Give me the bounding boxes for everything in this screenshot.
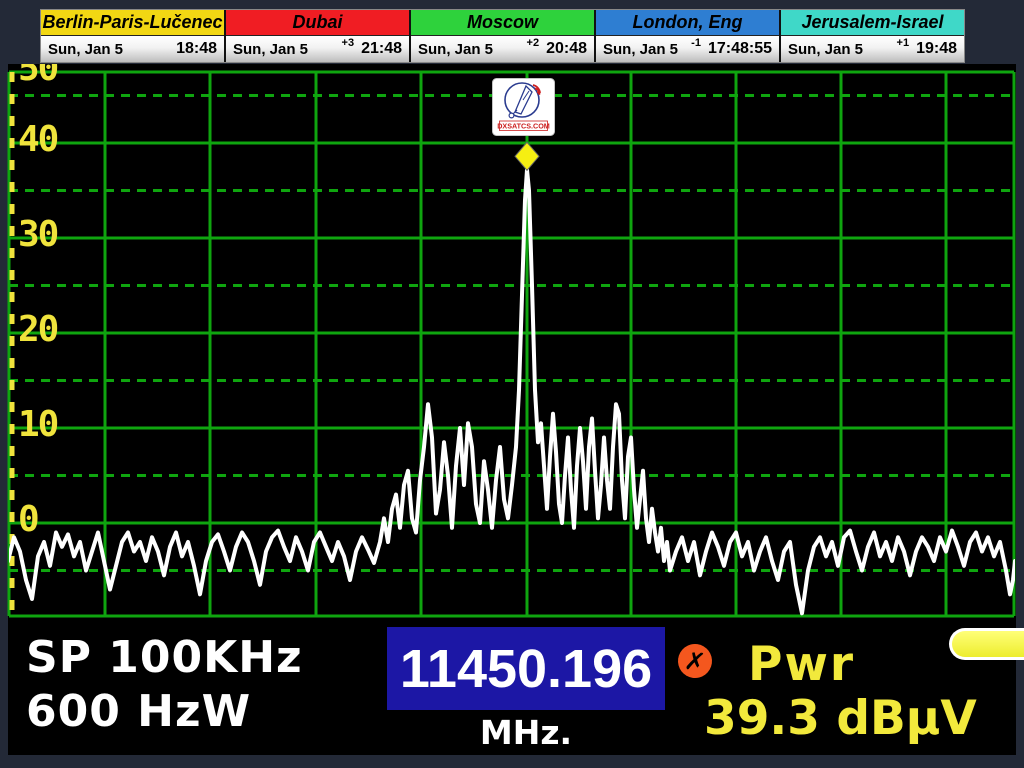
city-clock: 17:48:55 <box>708 40 772 58</box>
y-tick-30: 30 <box>18 217 57 253</box>
city-time-row: Sun, Jan 5 -1 17:48:55 <box>596 36 779 62</box>
clock-cell-moscow: Moscow Sun, Jan 5 +2 20:48 <box>411 10 596 62</box>
frequency-display[interactable]: 11450.196 <box>387 627 665 710</box>
span-rbw-readout: SP 100KHz 600 HzW <box>26 631 303 739</box>
logo-text: DXSATCS.COM <box>497 122 550 131</box>
city-date: Sun, Jan 5 <box>603 41 678 58</box>
clock-cell-dubai: Dubai Sun, Jan 5 +3 21:48 <box>226 10 411 62</box>
utc-offset: +3 <box>342 37 355 49</box>
city-date: Sun, Jan 5 <box>48 41 123 58</box>
clear-x-icon[interactable]: ✗ <box>676 642 714 680</box>
y-tick-20: 20 <box>18 312 57 348</box>
city-name: Berlin-Paris-Lučenec <box>41 10 224 36</box>
city-clock: 19:48 <box>916 40 957 58</box>
power-label: Pwr <box>748 637 855 692</box>
city-date: Sun, Jan 5 <box>418 41 493 58</box>
world-clock-bar: Berlin-Paris-Lučenec Sun, Jan 5 18:48 Du… <box>40 9 965 63</box>
city-time-row: Sun, Jan 5 +3 21:48 <box>226 36 409 62</box>
dxsatcs-logo: DXSATCS.COM <box>492 78 555 136</box>
power-value: 39.3 dBµV <box>704 691 977 746</box>
frequency-unit: MHz. <box>387 713 665 752</box>
city-date: Sun, Jan 5 <box>788 41 863 58</box>
rbw-readout: 600 HzW <box>26 685 303 739</box>
clock-cell-jerusalem: Jerusalem-Israel Sun, Jan 5 +1 19:48 <box>781 10 964 62</box>
city-clock: 21:48 <box>361 40 402 58</box>
city-clock: 18:48 <box>176 40 217 58</box>
clock-cell-berlin: Berlin-Paris-Lučenec Sun, Jan 5 18:48 <box>41 10 226 62</box>
y-tick-0: 0 <box>18 502 38 538</box>
utc-offset: -1 <box>691 37 701 49</box>
y-tick-50: 50 <box>18 64 57 87</box>
utc-offset: +1 <box>897 37 910 49</box>
city-name: Moscow <box>411 10 594 36</box>
city-time-row: Sun, Jan 5 18:48 <box>41 36 224 62</box>
city-date: Sun, Jan 5 <box>233 41 308 58</box>
city-name: Dubai <box>226 10 409 36</box>
city-clock: 20:48 <box>546 40 587 58</box>
city-time-row: Sun, Jan 5 +1 19:48 <box>781 36 964 62</box>
yellow-pill-button[interactable] <box>949 628 1024 660</box>
readout-bar: SP 100KHz 600 HzW 11450.196 MHz. ✗ Pwr 3… <box>8 617 1016 755</box>
y-tick-40: 40 <box>18 122 57 158</box>
span-readout: SP 100KHz <box>26 631 303 685</box>
clock-cell-london: London, Eng Sun, Jan 5 -1 17:48:55 <box>596 10 781 62</box>
frequency-value: 11450.196 <box>400 638 652 700</box>
city-name: London, Eng <box>596 10 779 36</box>
city-time-row: Sun, Jan 5 +2 20:48 <box>411 36 594 62</box>
y-tick-10: 10 <box>18 407 57 443</box>
city-name: Jerusalem-Israel <box>781 10 964 36</box>
utc-offset: +2 <box>527 37 540 49</box>
